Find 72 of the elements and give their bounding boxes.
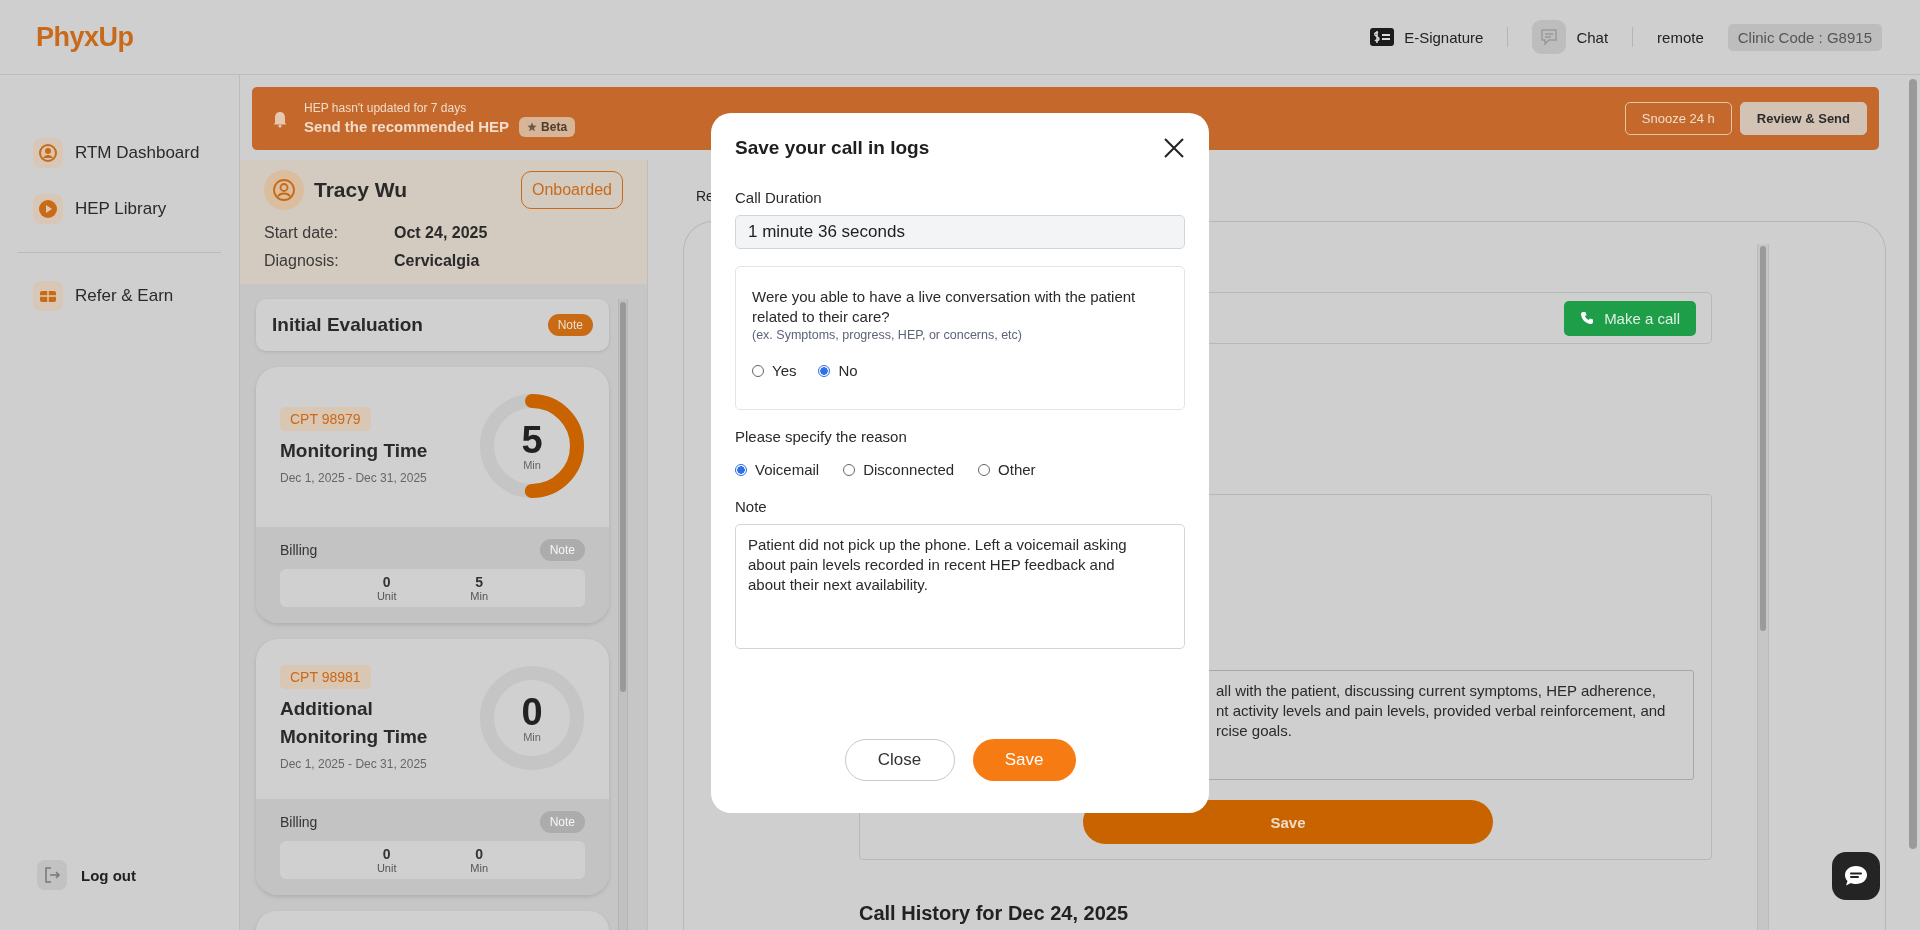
logout-icon [37,860,67,890]
stat-unit: Min [470,862,489,874]
bell-icon [272,109,288,128]
radio-label: Voicemail [755,461,820,478]
stat-value: 5 [475,574,484,590]
card-title: Monitoring Time [280,439,428,464]
stat-value: 0 [382,846,391,862]
radio-button[interactable] [818,364,831,377]
minutes-unit: Min [523,731,541,743]
card-title: Initial Evaluation [272,314,423,336]
cpt-code: CPT 98981 [280,665,371,690]
duration-field[interactable]: 1 minute 36 seconds [735,215,1185,249]
gift-icon [33,281,63,311]
note-field[interactable]: Patient did not pick up the phone. Left a voicemail asking about pain levels recorded in recent HEP feedback and about their next availability. [735,524,1185,649]
dollar-list-icon [1370,28,1395,46]
radio-button[interactable] [735,463,747,476]
chat-fab-button[interactable] [1832,852,1880,900]
status-tag: Onboarded [520,171,623,209]
radio-label: Other [998,461,1036,478]
stat-unit: Unit [376,862,397,874]
play-icon [33,194,63,224]
review-send-button[interactable]: Review & Send [1739,102,1867,135]
user-name: remote [1657,28,1704,46]
minutes-value: 5 [521,421,543,459]
scrollbar[interactable] [1757,244,1769,930]
clinic-code: Clinic Code : G8915 [1727,23,1882,51]
banner-title: Send the recommended HEP [304,118,510,135]
tag-label: Beta [541,119,568,134]
field-label: Call Duration [735,189,823,206]
patient-name: Tracy Wu [314,178,408,202]
dialog-title: Save your call in logs [735,137,930,159]
section-title: Call History for Dec 24, 2025 [859,902,1129,925]
date-range: Dec 1, 2025 - Dec 31, 2025 [280,756,427,771]
nav-item[interactable]: RTM Dashboard [18,138,221,168]
field-label: Note [735,498,768,515]
minutes-unit: Min [523,459,541,471]
radio-label: Disconnected [863,461,955,478]
note-text: all with the patient, discussing current symptoms, HEP adherence, nt activity levels and pain levels, provided verbal reinforcement, and rcise goals. [1216,681,1667,741]
chat-icon [1843,864,1869,888]
stat-value: 0 [475,846,484,862]
field-label: Diagnosis: [264,252,340,270]
billing-label: Billing [280,814,318,830]
field-label: Please specify the reason [735,428,908,445]
phone-icon [1580,311,1595,325]
date-range: Dec 1, 2025 - Dec 31, 2025 [280,470,427,485]
field-label: Start date: [264,224,339,242]
user-icon [33,138,63,168]
nav-item[interactable]: HEP Library [18,194,221,224]
question-text: Were you able to have a live conversation with the patient related to their care? [752,287,1137,327]
billing-label: Billing [280,542,318,558]
scrollbar[interactable] [618,299,628,930]
star-icon [527,121,538,132]
logout-button[interactable]: Log out [37,860,239,890]
close-button[interactable] [1163,137,1185,159]
radio-label: Yes [772,362,797,379]
stat-unit: Unit [376,590,397,602]
stat-value: 0 [382,574,391,590]
avatar-icon [264,170,304,210]
radio-label: No [838,362,858,379]
chat-icon [1532,20,1567,54]
card-title: Additional Monitoring Time [280,697,429,749]
field-value: Oct 24, 2025 [394,224,488,242]
close-button[interactable]: Close [844,739,955,781]
hint-text: (ex. Symptoms, progress, HEP, or concerns, etc) [752,328,1023,342]
stat-unit: Min [470,590,489,602]
notice-text: HEP hasn't updated for 7 days [304,100,468,115]
cpt-code: CPT 98979 [280,407,371,432]
chat-button[interactable]: Chat [1532,20,1609,54]
nav-item[interactable]: Refer & Earn [18,281,221,311]
minutes-value: 0 [521,693,543,731]
e-signature-button[interactable]: E-Signature [1370,28,1484,46]
field-value: Cervicalgia [394,252,480,270]
